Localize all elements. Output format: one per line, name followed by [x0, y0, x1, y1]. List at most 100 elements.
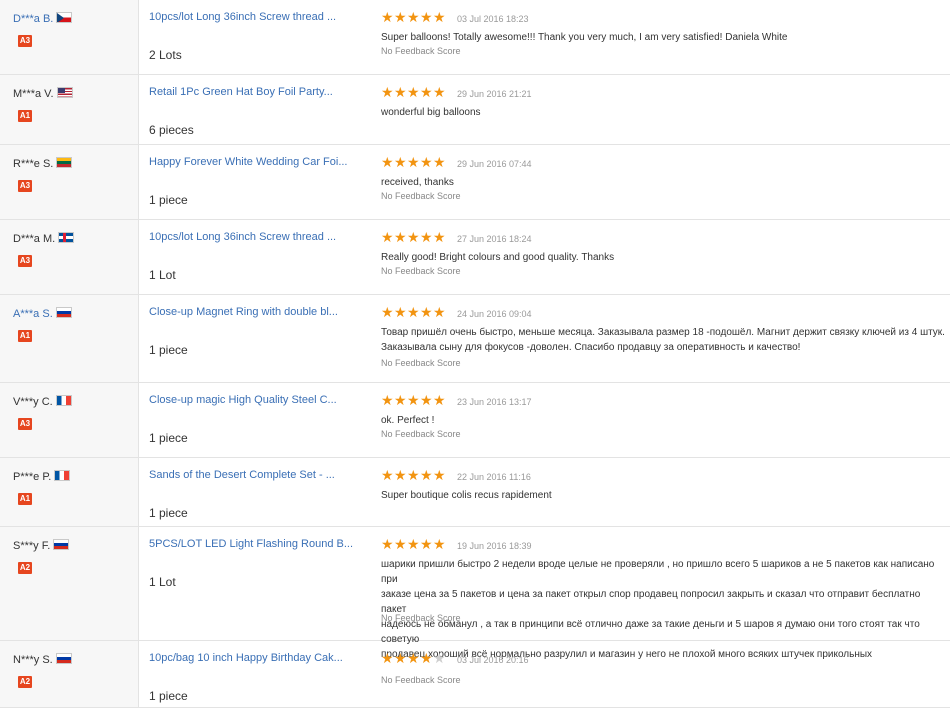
product-link[interactable]: 5PCS/LOT LED Light Flashing Round B... — [149, 538, 353, 550]
buyer-level-badge: A3 — [18, 418, 32, 430]
feedback-text: ok. Perfect ! — [381, 415, 435, 426]
buyer-cell: P***e P. A1 — [0, 458, 139, 526]
product-cell: Sands of the Desert Complete Set - ... 1 … — [138, 458, 368, 526]
product-link[interactable]: 10pcs/lot Long 36inch Screw thread ... — [149, 11, 336, 23]
feedback-row: S***y F. A2 5PCS/LOT LED Light Flashing Ro… — [0, 527, 950, 660]
buyer-level-badge: A2 — [18, 562, 32, 574]
star-icon: ★ — [433, 467, 446, 483]
review-cell: ★★★★★ 29 Jun 2016 07:44 received, thanks No… — [368, 145, 950, 219]
buyer-info: R***e S. — [13, 157, 73, 170]
country-flag-icon — [56, 157, 73, 168]
no-feedback-score: No Feedback Score — [381, 46, 461, 56]
no-feedback-score: No Feedback Score — [381, 613, 461, 623]
star-icon: ★ — [394, 392, 407, 408]
star-icon: ★ — [381, 304, 394, 320]
order-quantity: 1 piece — [149, 689, 188, 703]
buyer-cell: N***y S. A2 — [0, 641, 139, 707]
review-cell: ★★★★★ 22 Jun 2016 11:16 Super boutique col… — [368, 458, 950, 526]
product-link[interactable]: Retail 1Pc Green Hat Boy Foil Party... — [149, 86, 333, 98]
product-cell: 10pc/bag 10 inch Happy Birthday Cak... 1 … — [138, 641, 368, 707]
product-cell: 10pcs/lot Long 36inch Screw thread ... 1 … — [138, 220, 368, 294]
star-icon: ★ — [420, 650, 433, 666]
star-icon: ★ — [381, 650, 394, 666]
buyer-level-badge: A3 — [18, 35, 32, 47]
product-link[interactable]: 10pc/bag 10 inch Happy Birthday Cak... — [149, 652, 343, 664]
product-link[interactable]: 10pcs/lot Long 36inch Screw thread ... — [149, 231, 336, 243]
star-icon: ★ — [407, 536, 420, 552]
no-feedback-score: No Feedback Score — [381, 191, 461, 201]
buyer-name: S***y F. — [13, 540, 51, 552]
star-icon: ★ — [394, 650, 407, 666]
buyer-name: V***y C. — [13, 396, 53, 408]
star-icon: ★ — [394, 9, 407, 25]
country-flag-icon — [54, 470, 71, 481]
buyer-level-badge: A3 — [18, 180, 32, 192]
star-icon: ★ — [407, 392, 420, 408]
feedback-text: Really good! Bright colours and good qua… — [381, 252, 615, 263]
star-icon: ★ — [381, 154, 394, 170]
star-icon: ★ — [407, 304, 420, 320]
star-icon: ★ — [420, 9, 433, 25]
no-feedback-score: No Feedback Score — [381, 358, 461, 368]
buyer-name[interactable]: A***a S. — [13, 308, 53, 320]
star-icon: ★ — [433, 536, 446, 552]
feedback-text: Товар пришёл очень быстро, меньше месяца… — [381, 327, 945, 353]
star-rating: ★★★★★ — [381, 84, 446, 101]
star-rating: ★★★★★ — [381, 304, 446, 321]
buyer-info: M***a V. — [13, 87, 73, 100]
star-icon: ★ — [381, 536, 394, 552]
feedback-date: 27 Jun 2016 18:24 — [457, 234, 532, 244]
country-flag-icon — [56, 87, 73, 98]
star-icon: ★ — [381, 9, 394, 25]
feedback-date: 03 Jul 2016 18:23 — [457, 14, 529, 24]
product-cell: Close-up magic High Quality Steel C... 1 … — [138, 383, 368, 457]
buyer-cell: M***a V. A1 — [0, 75, 139, 144]
product-link[interactable]: Sands of the Desert Complete Set - ... — [149, 469, 335, 481]
buyer-level-badge: A1 — [18, 330, 32, 342]
star-icon: ★ — [394, 154, 407, 170]
country-flag-icon — [55, 653, 72, 664]
buyer-name: M***a V. — [13, 88, 54, 100]
buyer-info: A***a S. — [13, 307, 72, 320]
star-icon: ★ — [381, 392, 394, 408]
product-link[interactable]: Happy Forever White Wedding Car Foi... — [149, 156, 347, 168]
order-quantity: 1 piece — [149, 506, 188, 520]
star-icon: ★ — [407, 154, 420, 170]
star-icon: ★ — [433, 9, 446, 25]
order-quantity: 1 piece — [149, 343, 188, 357]
star-icon: ★ — [407, 467, 420, 483]
star-rating: ★★★★★ — [381, 650, 446, 667]
star-icon: ★ — [420, 536, 433, 552]
star-icon: ★ — [433, 229, 446, 245]
feedback-date: 29 Jun 2016 07:44 — [457, 159, 532, 169]
country-flag-icon — [56, 12, 73, 23]
star-icon: ★ — [394, 84, 407, 100]
star-icon: ★ — [407, 9, 420, 25]
review-cell: ★★★★★ 03 Jul 2016 20:16 No Feedback Score — [368, 641, 950, 707]
buyer-cell: S***y F. A2 — [0, 527, 139, 640]
feedback-list: D***a B. A3 10pcs/lot Long 36inch Screw th… — [0, 0, 950, 708]
product-cell: 10pcs/lot Long 36inch Screw thread ... 2 … — [138, 0, 368, 74]
buyer-info: D***a B. — [13, 12, 73, 25]
review-cell: ★★★★★ 03 Jul 2016 18:23 Super balloons! To… — [368, 0, 950, 74]
product-link[interactable]: Close-up Magnet Ring with double bl... — [149, 306, 338, 318]
product-cell: 5PCS/LOT LED Light Flashing Round B... 1 … — [138, 527, 368, 640]
product-link[interactable]: Close-up magic High Quality Steel C... — [149, 394, 337, 406]
buyer-name[interactable]: D***a B. — [13, 13, 53, 25]
buyer-level-badge: A2 — [18, 676, 32, 688]
star-rating: ★★★★★ — [381, 229, 446, 246]
star-icon: ★ — [407, 84, 420, 100]
product-cell: Close-up Magnet Ring with double bl... 1 … — [138, 295, 368, 382]
buyer-info: S***y F. — [13, 539, 70, 552]
buyer-cell: D***a B. A3 — [0, 0, 139, 74]
star-icon: ★ — [420, 84, 433, 100]
product-cell: Happy Forever White Wedding Car Foi... 1 … — [138, 145, 368, 219]
buyer-level-badge: A1 — [18, 110, 32, 122]
buyer-level-badge: A3 — [18, 255, 32, 267]
order-quantity: 2 Lots — [149, 48, 182, 62]
feedback-row: A***a S. A1 Close-up Magnet Ring with doub… — [0, 295, 950, 383]
feedback-date: 19 Jun 2016 18:39 — [457, 541, 532, 551]
feedback-row: D***a M. A3 10pcs/lot Long 36inch Screw th… — [0, 220, 950, 295]
buyer-info: D***a M. — [13, 232, 75, 245]
order-quantity: 1 piece — [149, 193, 188, 207]
